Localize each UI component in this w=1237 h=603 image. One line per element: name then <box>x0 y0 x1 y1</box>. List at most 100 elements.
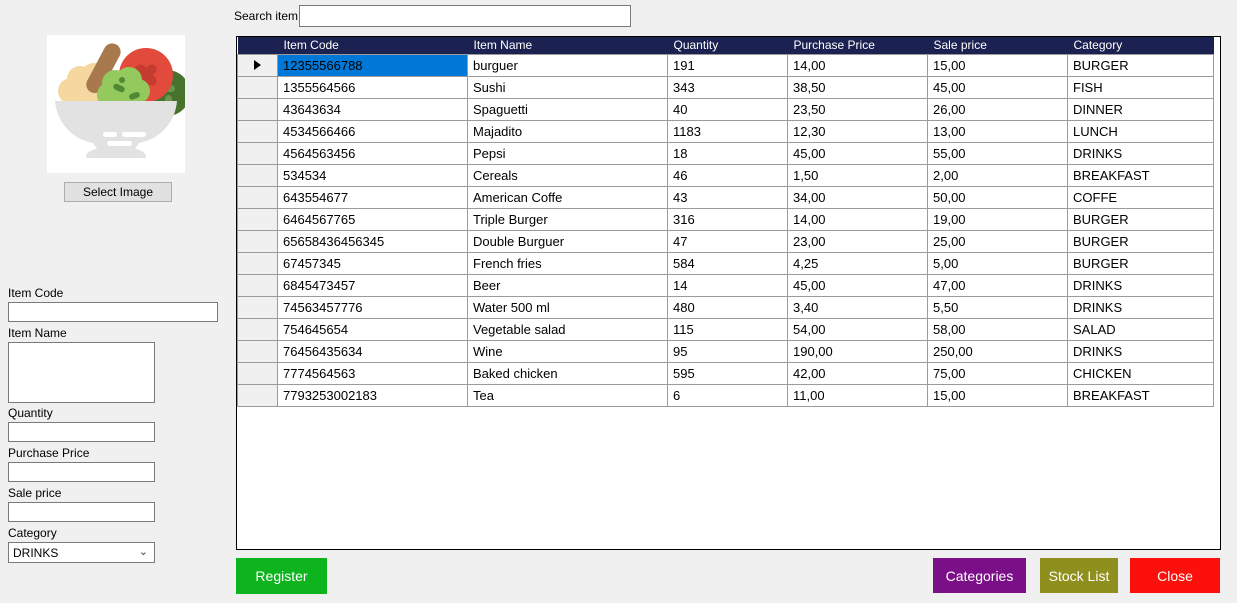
grid-cell[interactable]: 4534566466 <box>277 119 468 143</box>
grid-cell[interactable]: DRINKS <box>1067 273 1214 297</box>
grid-cell[interactable]: FISH <box>1067 75 1214 99</box>
grid-cell[interactable]: 6 <box>667 383 788 407</box>
grid-cell[interactable]: 54,00 <box>787 317 928 341</box>
grid-cell[interactable]: 250,00 <box>927 339 1068 363</box>
row-header[interactable] <box>237 295 278 319</box>
grid-cell[interactable]: 23,50 <box>787 97 928 121</box>
purchase-price-field[interactable] <box>8 462 155 482</box>
grid-cell[interactable]: American Coffe <box>467 185 668 209</box>
grid-cell[interactable]: 584 <box>667 251 788 275</box>
grid-cell[interactable]: DRINKS <box>1067 339 1214 363</box>
grid-cell[interactable]: 76456435634 <box>277 339 468 363</box>
grid-cell[interactable]: BREAKFAST <box>1067 163 1214 187</box>
grid-cell[interactable]: 38,50 <box>787 75 928 99</box>
row-header[interactable] <box>237 185 278 209</box>
grid-cell[interactable]: Water 500 ml <box>467 295 668 319</box>
grid-cell[interactable]: 43 <box>667 185 788 209</box>
column-header[interactable]: Sale price <box>927 37 1068 54</box>
grid-cell[interactable]: 47,00 <box>927 273 1068 297</box>
select-image-button[interactable]: Select Image <box>64 182 172 202</box>
grid-cell[interactable]: 45,00 <box>787 273 928 297</box>
grid-cell[interactable]: 40 <box>667 97 788 121</box>
column-header[interactable]: Item Name <box>467 37 668 54</box>
grid-cell[interactable]: 45,00 <box>927 75 1068 99</box>
grid-cell[interactable]: 34,00 <box>787 185 928 209</box>
grid-cell[interactable]: 55,00 <box>927 141 1068 165</box>
grid-cell[interactable]: 12,30 <box>787 119 928 143</box>
grid-cell[interactable]: SALAD <box>1067 317 1214 341</box>
grid-cell[interactable]: 67457345 <box>277 251 468 275</box>
grid-cell[interactable]: 1355564566 <box>277 75 468 99</box>
row-header[interactable] <box>237 119 278 143</box>
grid-cell[interactable]: burguer <box>467 53 668 77</box>
grid-cell[interactable]: 14,00 <box>787 207 928 231</box>
register-button[interactable]: Register <box>236 558 327 594</box>
row-header[interactable] <box>237 383 278 407</box>
grid-cell[interactable]: 58,00 <box>927 317 1068 341</box>
grid-cell[interactable]: CHICKEN <box>1067 361 1214 385</box>
category-select[interactable]: DRINKS ⌄ <box>8 542 155 563</box>
row-header[interactable] <box>237 251 278 275</box>
grid-cell[interactable]: 95 <box>667 339 788 363</box>
grid-cell[interactable]: Vegetable salad <box>467 317 668 341</box>
grid-cell[interactable]: 7774564563 <box>277 361 468 385</box>
grid-cell[interactable]: Tea <box>467 383 668 407</box>
item-name-field[interactable] <box>8 342 155 403</box>
grid-cell[interactable]: 25,00 <box>927 229 1068 253</box>
row-header[interactable] <box>237 229 278 253</box>
grid-cell[interactable]: 190,00 <box>787 339 928 363</box>
grid-cell[interactable]: 316 <box>667 207 788 231</box>
row-header[interactable] <box>237 97 278 121</box>
grid-cell[interactable]: Beer <box>467 273 668 297</box>
grid-cell[interactable]: 43643634 <box>277 97 468 121</box>
row-header[interactable] <box>237 361 278 385</box>
grid-cell[interactable]: 4,25 <box>787 251 928 275</box>
grid-cell[interactable]: 115 <box>667 317 788 341</box>
grid-cell[interactable]: BURGER <box>1067 251 1214 275</box>
grid-cell[interactable]: 1,50 <box>787 163 928 187</box>
grid-cell[interactable]: BURGER <box>1067 229 1214 253</box>
grid-cell[interactable]: 343 <box>667 75 788 99</box>
grid-cell[interactable]: 6464567765 <box>277 207 468 231</box>
grid-cell[interactable]: Sushi <box>467 75 668 99</box>
grid-cell[interactable]: 15,00 <box>927 383 1068 407</box>
grid-cell[interactable]: 7793253002183 <box>277 383 468 407</box>
row-header[interactable] <box>237 207 278 231</box>
row-header[interactable] <box>237 317 278 341</box>
row-header[interactable] <box>237 163 278 187</box>
grid-cell[interactable]: Wine <box>467 339 668 363</box>
close-button[interactable]: Close <box>1130 558 1220 593</box>
grid-cell[interactable]: Pepsi <box>467 141 668 165</box>
grid-cell[interactable]: 191 <box>667 53 788 77</box>
grid-cell[interactable]: DRINKS <box>1067 141 1214 165</box>
categories-button[interactable]: Categories <box>933 558 1026 593</box>
grid-cell[interactable]: 65658436456345 <box>277 229 468 253</box>
row-header[interactable] <box>237 339 278 363</box>
grid-cell[interactable]: 11,00 <box>787 383 928 407</box>
grid-cell[interactable]: 12355566788 <box>277 53 468 77</box>
column-header[interactable]: Purchase Price <box>787 37 928 54</box>
grid-cell[interactable]: 15,00 <box>927 53 1068 77</box>
grid-cell[interactable]: 75,00 <box>927 361 1068 385</box>
grid-cell[interactable]: Triple Burger <box>467 207 668 231</box>
grid-cell[interactable]: 26,00 <box>927 97 1068 121</box>
grid-cell[interactable]: 14 <box>667 273 788 297</box>
grid-cell[interactable]: 4564563456 <box>277 141 468 165</box>
sale-price-field[interactable] <box>8 502 155 522</box>
item-code-field[interactable] <box>8 302 218 322</box>
grid-cell[interactable]: 5,00 <box>927 251 1068 275</box>
grid-cell[interactable]: 13,00 <box>927 119 1068 143</box>
grid-cell[interactable]: 47 <box>667 229 788 253</box>
row-header[interactable] <box>237 53 278 77</box>
grid-cell[interactable]: 23,00 <box>787 229 928 253</box>
column-header[interactable]: Category <box>1067 37 1214 54</box>
grid-cell[interactable]: BURGER <box>1067 53 1214 77</box>
grid-cell[interactable]: 6845473457 <box>277 273 468 297</box>
grid-cell[interactable]: 754645654 <box>277 317 468 341</box>
grid-cell[interactable]: DINNER <box>1067 97 1214 121</box>
grid-cell[interactable]: 46 <box>667 163 788 187</box>
quantity-field[interactable] <box>8 422 155 442</box>
column-header[interactable]: Item Code <box>277 37 468 54</box>
grid-cell[interactable]: DRINKS <box>1067 295 1214 319</box>
grid-cell[interactable]: Majadito <box>467 119 668 143</box>
